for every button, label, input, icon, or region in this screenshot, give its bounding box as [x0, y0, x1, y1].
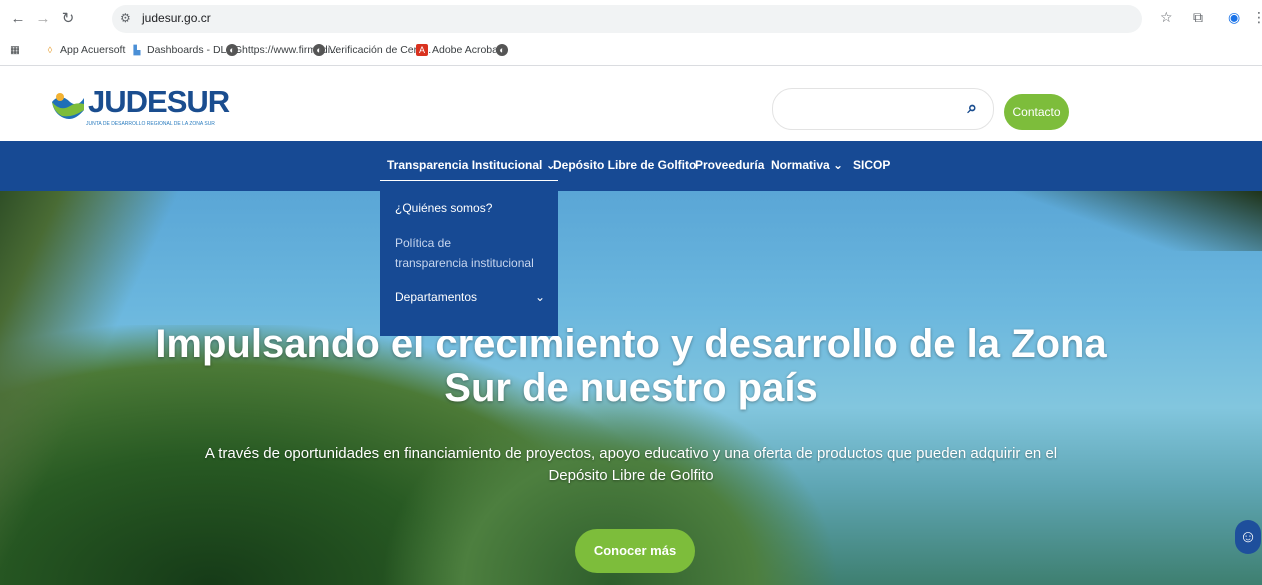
bookmark-verificacion[interactable]: ◐ Verificación de Certi...: [313, 44, 431, 56]
bookmark-adobe-acrobat[interactable]: A Adobe Acrobat: [416, 44, 501, 56]
accessibility-icon[interactable]: ☺: [1235, 520, 1261, 554]
logo-mark-icon: [52, 93, 84, 119]
hero-title-line1: Impulsando el crecimiento y desarrollo d…: [155, 322, 1107, 366]
nav-normativa[interactable]: Normativa ⌄: [771, 158, 843, 172]
hero-title: Impulsando el crecimiento y desarrollo d…: [150, 322, 1112, 410]
chevron-down-icon[interactable]: ⌄: [535, 290, 545, 304]
globe-icon: ◐: [313, 44, 325, 56]
puzzle-icon[interactable]: ⧉: [1193, 9, 1203, 26]
conocer-mas-button[interactable]: Conocer más: [575, 529, 695, 573]
url-text: judesur.go.cr: [142, 11, 211, 25]
transparencia-dropdown: ¿Quiénes somos? Política de transparenci…: [380, 181, 558, 336]
nav-transparencia[interactable]: Transparencia Institucional ⌄: [387, 158, 556, 172]
bookmark-globe[interactable]: ◐: [496, 44, 508, 56]
hero-subtitle-line2: Depósito Libre de Golfito: [548, 467, 714, 484]
apps-grid-icon[interactable]: ▦: [10, 44, 20, 56]
kebab-menu-icon[interactable]: ⋮: [1252, 9, 1262, 26]
bookmark-icon: ▙: [133, 45, 141, 55]
hero-subtitle-line1: A través de oportunidades en financiamie…: [204, 445, 1058, 462]
logo-subtitle: JUNTA DE DESARROLLO REGIONAL DE LA ZONA …: [86, 121, 215, 127]
nav-sicop[interactable]: SICOP: [853, 158, 890, 172]
search-icon[interactable]: ⌕: [967, 98, 977, 118]
nav-proveeduria[interactable]: Proveeduría: [695, 158, 764, 172]
bookmark-app-acuersoft[interactable]: ◊ App Acuersoft: [44, 44, 126, 56]
dropdown-item-politica[interactable]: Política de transparencia institucional: [395, 233, 534, 273]
browser-toolbar: ← → ↻ ⚙ judesur.go.cr ☆ ⧉ ◉ ⋮: [0, 0, 1262, 38]
address-bar[interactable]: ⚙ judesur.go.cr: [112, 5, 1142, 33]
reload-icon[interactable]: ↻: [58, 9, 78, 29]
dropdown-item-quienes-somos[interactable]: ¿Quiénes somos?: [395, 201, 492, 215]
acrobat-icon: A: [416, 44, 428, 56]
bookmark-icon: ◊: [47, 45, 53, 55]
hero-background-palm-right: [1002, 191, 1262, 251]
star-icon[interactable]: ☆: [1160, 9, 1173, 26]
profile-icon[interactable]: ◉: [1228, 9, 1240, 26]
judesur-logo[interactable]: JUDESUR JUNTA DE DESARROLLO REGIONAL DE …: [50, 84, 230, 132]
back-icon[interactable]: ←: [8, 9, 28, 29]
dropdown-item-departamentos[interactable]: Departamentos: [395, 290, 477, 304]
logo-text: JUDESUR: [88, 84, 230, 119]
forward-icon[interactable]: →: [33, 9, 53, 29]
site-header: JUDESUR JUNTA DE DESARROLLO REGIONAL DE …: [0, 66, 1262, 141]
nav-deposito-libre[interactable]: Depósito Libre de Golfito: [553, 158, 696, 172]
contact-button[interactable]: Contacto: [1004, 94, 1069, 130]
globe-icon: ◐: [226, 44, 238, 56]
hero-subtitle: A través de oportunidades en financiamie…: [150, 443, 1112, 487]
search-input[interactable]: ⌕: [772, 88, 994, 130]
bookmarks-bar: ▦ ◊ App Acuersoft ▙ Dashboards - DLCG ◐ …: [0, 38, 1262, 66]
main-navbar: Transparencia Institucional ⌄ Depósito L…: [0, 141, 1262, 191]
globe-icon: ◐: [496, 44, 508, 56]
hero-title-line2: Sur de nuestro país: [444, 366, 818, 410]
site-info-icon[interactable]: ⚙: [120, 11, 131, 25]
